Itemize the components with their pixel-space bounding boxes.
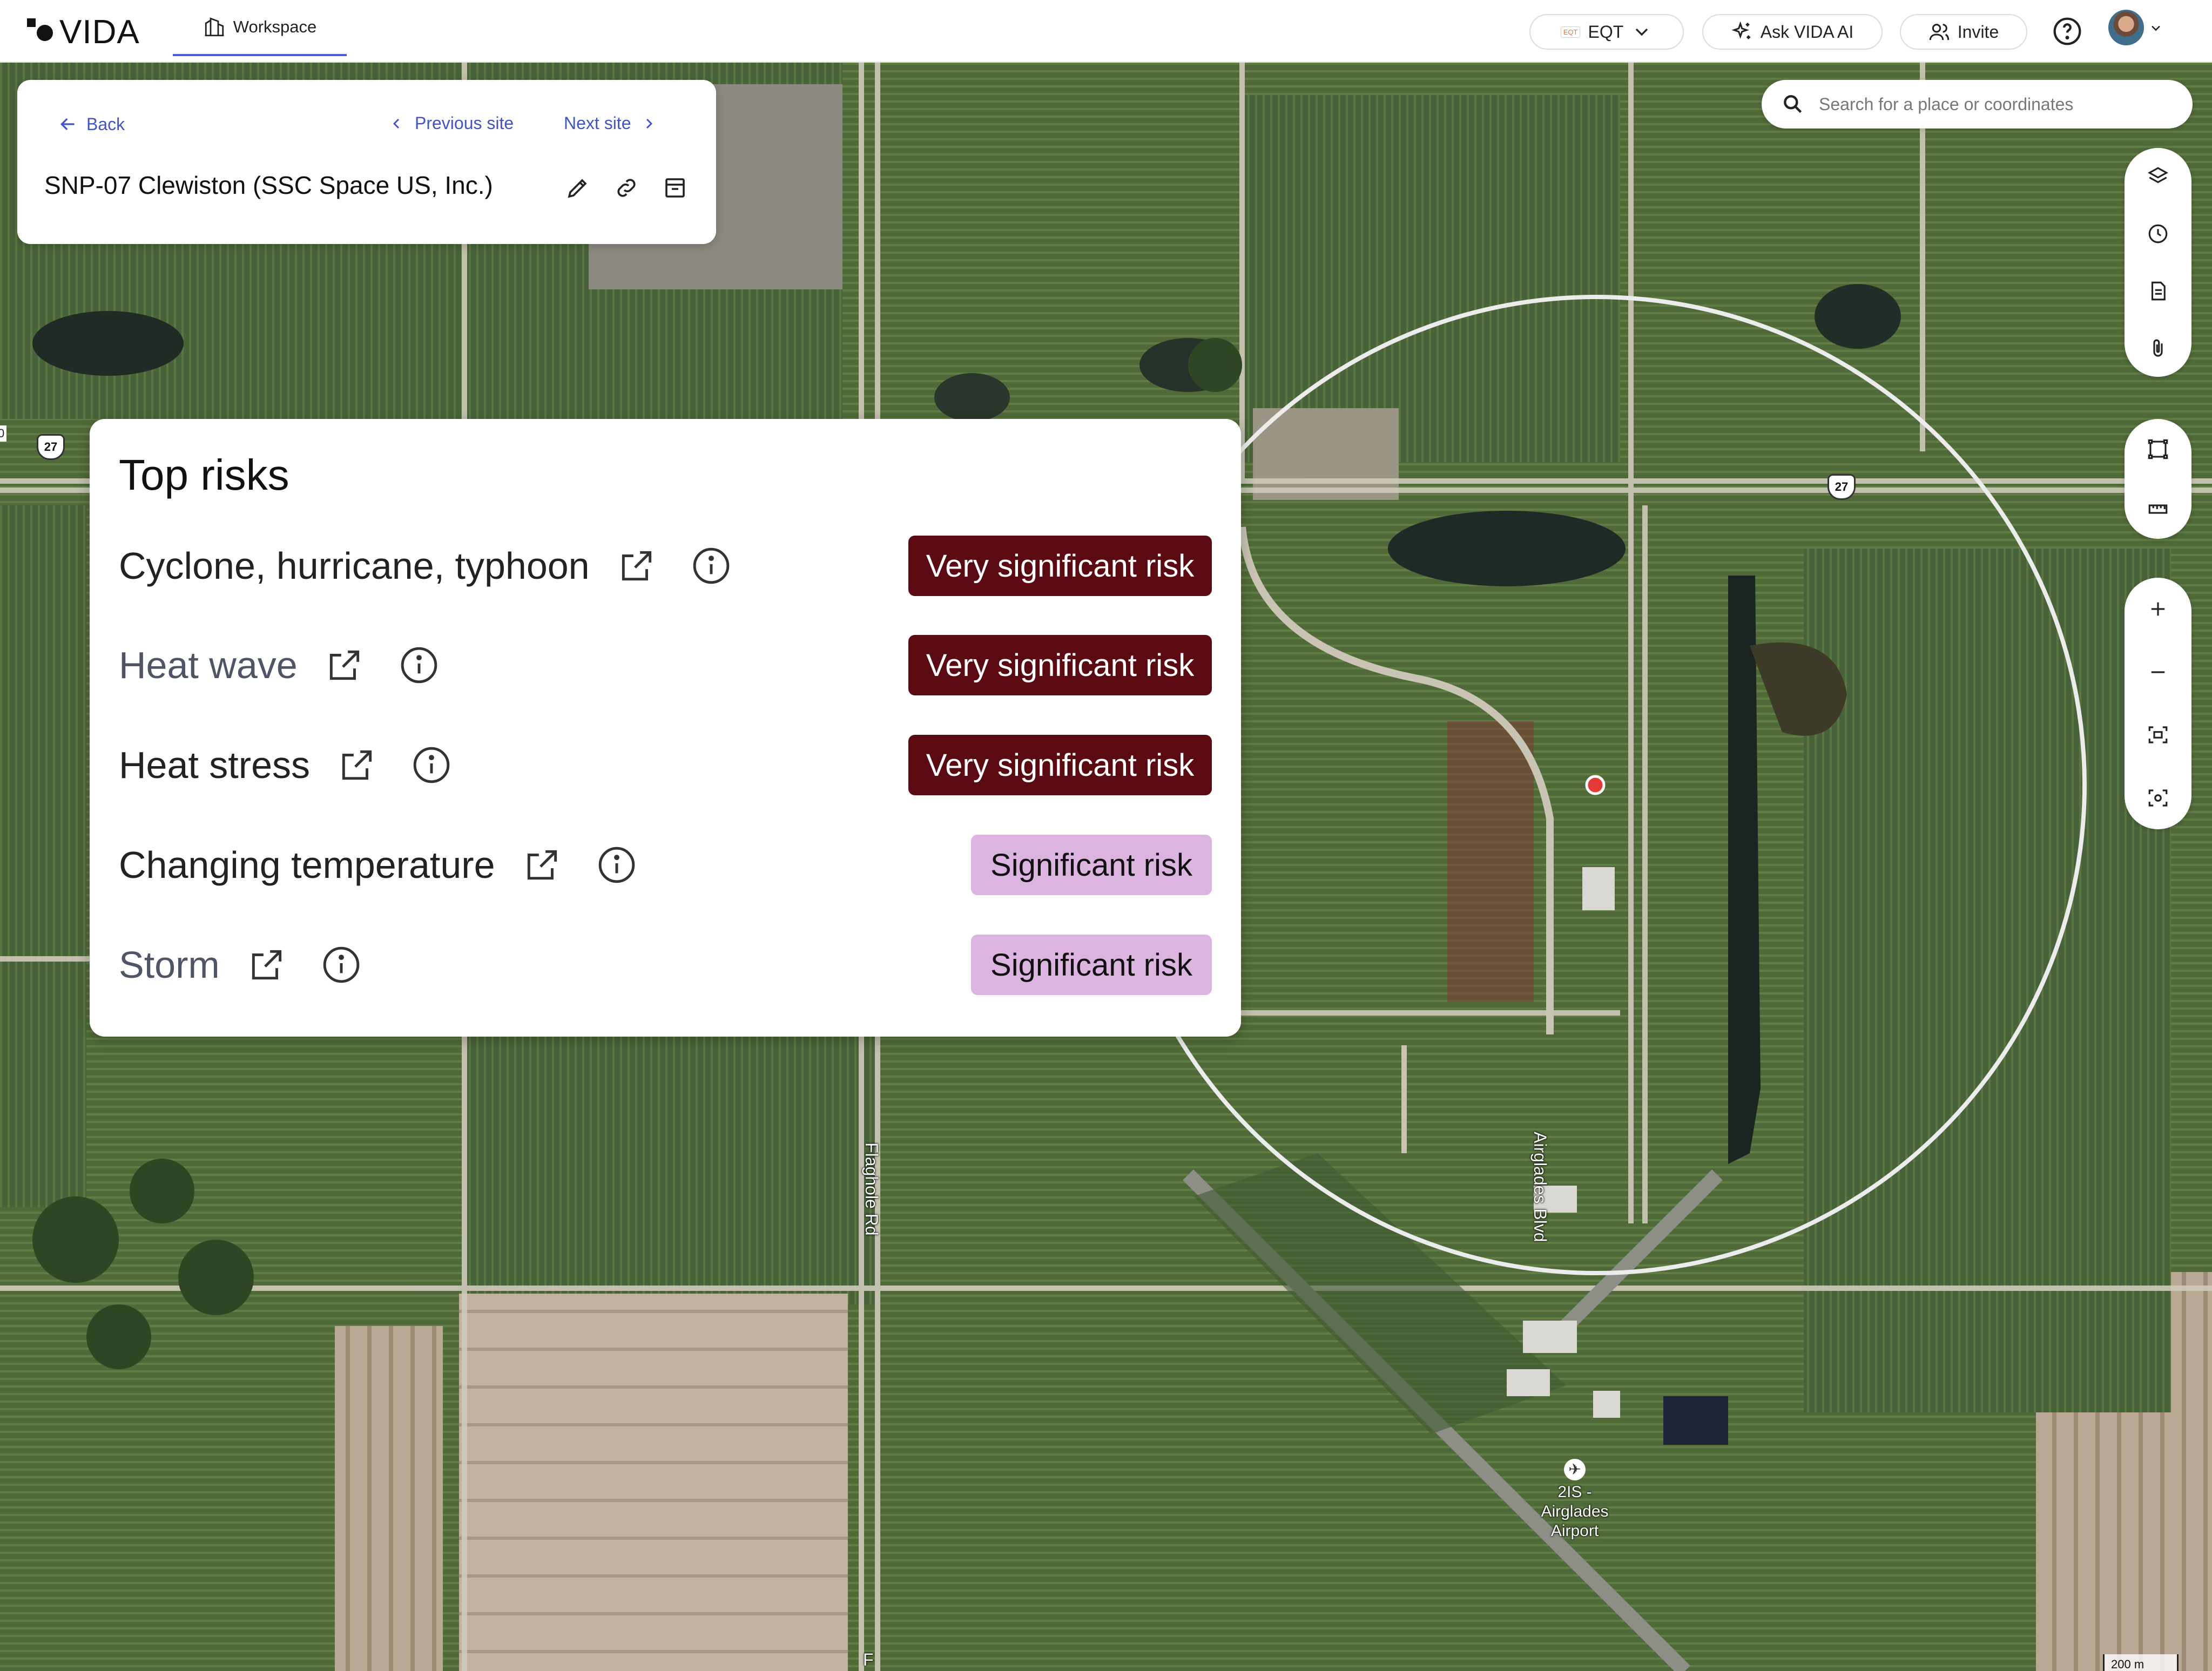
ask-ai-button[interactable]: Ask VIDA AI	[1702, 14, 1883, 50]
risk-row: Storm Significant risk	[119, 935, 1212, 995]
map-edge-label: 0	[0, 425, 7, 442]
document-icon	[2151, 281, 2166, 301]
arrow-left-icon	[60, 118, 75, 131]
org-mini-logo: EQT	[1560, 26, 1581, 38]
external-link-icon[interactable]	[522, 845, 562, 885]
risk-row: Heat stress Very significant risk	[119, 735, 1212, 795]
draw-tools-group	[2125, 419, 2191, 539]
map-edge-label: F	[863, 1650, 874, 1669]
risk-name: Heat stress	[119, 744, 310, 786]
search-input[interactable]	[1819, 94, 2164, 114]
zoom-out-button[interactable]	[2125, 645, 2191, 699]
risk-level-badge: Significant risk	[971, 935, 1212, 995]
top-risks-panel: Top risks Cyclone, hurricane, typhoon Ve…	[90, 419, 1241, 1037]
risk-level-badge: Very significant risk	[908, 635, 1212, 695]
link-icon[interactable]	[613, 175, 639, 201]
draw-polygon-button[interactable]	[2125, 422, 2191, 476]
highway-number: 27	[44, 440, 58, 454]
info-icon[interactable]	[691, 546, 731, 586]
chevron-down-icon	[1636, 28, 1648, 36]
risk-name: Cyclone, hurricane, typhoon	[119, 545, 590, 587]
info-icon[interactable]	[412, 745, 451, 785]
info-icon[interactable]	[399, 645, 439, 685]
scale-bar: 200 m	[2103, 1654, 2179, 1671]
history-button[interactable]	[2125, 207, 2191, 261]
risk-row: Changing temperature Significant risk	[119, 835, 1212, 895]
top-risks-title: Top risks	[119, 451, 289, 499]
sparkle-icon	[1731, 21, 1750, 39]
back-label: Back	[86, 114, 125, 134]
external-link-icon[interactable]	[247, 945, 287, 985]
attachments-button[interactable]	[2125, 321, 2191, 375]
zoom-controls-group	[2125, 578, 2191, 829]
minus-icon	[2151, 671, 2165, 673]
tab-workspace[interactable]: Workspace	[173, 0, 347, 56]
external-link-icon[interactable]	[325, 645, 365, 685]
layers-button[interactable]	[2125, 150, 2191, 204]
risk-level-badge: Very significant risk	[908, 536, 1212, 596]
search-icon	[1784, 95, 1802, 113]
top-bar: VIDA Workspace EQT EQT Ask VIDA AI Invit…	[0, 0, 2212, 63]
chevron-right-icon	[646, 118, 653, 128]
edit-icon[interactable]	[565, 175, 591, 201]
highway-shield: 27	[37, 434, 65, 460]
ask-ai-label: Ask VIDA AI	[1760, 22, 1854, 42]
help-icon[interactable]	[2052, 16, 2082, 46]
building-icon	[205, 17, 224, 37]
invite-button[interactable]: Invite	[1900, 14, 2027, 50]
plus-icon	[2151, 603, 2165, 616]
layers-icon	[2148, 167, 2168, 184]
previous-site-link[interactable]: Previous site	[388, 113, 514, 133]
tab-workspace-label: Workspace	[233, 17, 317, 36]
risk-name: Heat wave	[119, 644, 298, 686]
site-title: SNP-07 Clewiston (SSC Space US, Inc.)	[44, 171, 493, 199]
clock-icon	[2148, 224, 2168, 243]
archive-icon[interactable]	[662, 175, 688, 201]
risk-name: Storm	[119, 944, 220, 986]
measure-button[interactable]	[2125, 482, 2191, 536]
back-link[interactable]: Back	[57, 113, 125, 135]
invite-label: Invite	[1957, 22, 1999, 42]
paperclip-icon	[2153, 339, 2163, 357]
org-selector[interactable]: EQT EQT	[1529, 14, 1684, 50]
airport-name: 2IS - Airglades Airport	[1541, 1483, 1609, 1540]
road-label-flaghole: Flaghole Rd	[862, 1142, 881, 1236]
highway-number: 27	[1835, 480, 1849, 493]
risk-row: Cyclone, hurricane, typhoon Very signifi…	[119, 536, 1212, 596]
logo-text: VIDA	[59, 13, 140, 51]
airport-label[interactable]: ✈ 2IS - Airglades Airport	[1528, 1459, 1621, 1541]
info-icon[interactable]	[597, 845, 637, 885]
airplane-icon: ✈	[1564, 1459, 1586, 1480]
info-icon[interactable]	[321, 945, 361, 985]
org-label: EQT	[1588, 22, 1624, 42]
chevron-left-icon	[393, 118, 400, 128]
search-bar[interactable]	[1762, 80, 2193, 128]
chevron-down-icon[interactable]	[2148, 21, 2163, 36]
fit-bounds-button[interactable]	[2125, 708, 2191, 762]
locate-button[interactable]	[2125, 771, 2191, 825]
highway-shield: 27	[1827, 474, 1856, 500]
risk-level-badge: Significant risk	[971, 835, 1212, 895]
site-card: Back Previous site Next site SNP-07 Clew…	[17, 80, 716, 244]
users-icon	[1929, 24, 1949, 40]
avatar[interactable]	[2108, 10, 2144, 45]
zoom-in-button[interactable]	[2125, 582, 2191, 636]
notes-button[interactable]	[2125, 264, 2191, 318]
risk-row: Heat wave Very significant risk	[119, 635, 1212, 695]
fit-bounds-icon	[2148, 726, 2168, 743]
external-link-icon[interactable]	[337, 745, 377, 785]
next-site-label: Next site	[564, 113, 631, 133]
risk-name: Changing temperature	[119, 844, 495, 886]
next-site-link[interactable]: Next site	[564, 113, 658, 133]
risk-level-badge: Very significant risk	[908, 735, 1212, 795]
map-tools-group	[2125, 148, 2191, 377]
previous-site-label: Previous site	[415, 113, 514, 133]
road-label-airglades: Airglades Blvd	[1530, 1132, 1550, 1242]
external-link-icon[interactable]	[617, 546, 657, 586]
ruler-icon	[2148, 504, 2168, 514]
locate-icon	[2148, 789, 2168, 807]
polygon-icon	[2148, 439, 2168, 459]
